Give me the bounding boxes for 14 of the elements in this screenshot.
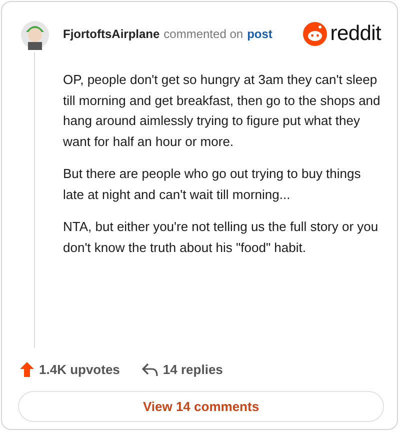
snoo-logo-icon — [303, 22, 328, 46]
reply-count: 14 replies — [162, 362, 223, 377]
upvote-arrow-icon — [20, 362, 34, 377]
avatar-icon — [20, 18, 50, 50]
author-name[interactable]: FjortoftsAirplane — [63, 27, 160, 41]
post-link[interactable]: post — [247, 27, 272, 41]
reply-arrow-icon — [142, 362, 158, 376]
brand-wordmark: reddit — [330, 22, 381, 46]
view-comments-button[interactable]: View 14 comments — [18, 391, 384, 422]
comment-paragraph: NTA, but either you're not telling us the full story or you don't know the truth about his "food" habit. — [63, 218, 380, 256]
comment-paragraph: OP, people don't get so hungry at 3am they can't sleep till morning and get breakfast, then go to the shops and hang around aimlessly trying to figure put what they want for half an hour or more. — [63, 71, 381, 150]
upvote-count: 1.4K upvotes — [39, 362, 120, 377]
action-text: commented on — [164, 27, 244, 41]
comment-paragraph: But there are people who go out trying to buy things late at night and can't wait till morning... — [63, 165, 362, 204]
